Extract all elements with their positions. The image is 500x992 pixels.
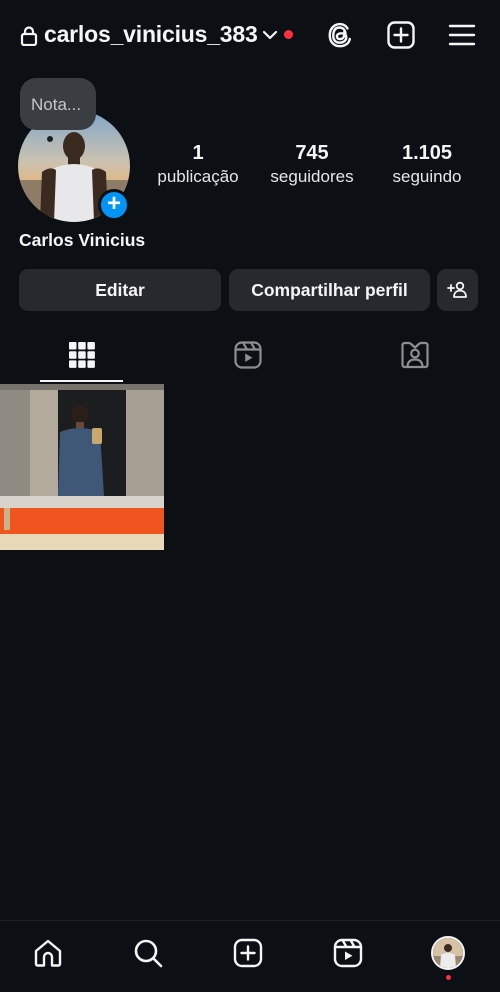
menu-icon[interactable] bbox=[447, 20, 477, 50]
stat-followers-value: 745 bbox=[295, 142, 329, 164]
post-thumbnail[interactable] bbox=[0, 384, 164, 550]
profile-tabs bbox=[0, 334, 500, 384]
profile-full-name: Carlos Vinicius bbox=[19, 230, 146, 250]
profile-notification-dot bbox=[446, 975, 451, 980]
add-story-button[interactable]: + bbox=[98, 189, 130, 221]
bottom-navigation bbox=[0, 920, 500, 992]
create-icon[interactable] bbox=[386, 20, 416, 50]
grid-icon[interactable] bbox=[67, 340, 97, 370]
account-notification-dot bbox=[284, 30, 293, 39]
chevron-down-icon[interactable] bbox=[262, 28, 278, 42]
stat-posts-value: 1 bbox=[192, 142, 204, 164]
tagged-icon[interactable] bbox=[400, 340, 430, 370]
stat-following[interactable]: 1.105 seguindo bbox=[382, 142, 472, 187]
profile-nav-photo bbox=[433, 938, 463, 968]
profile-nav-avatar[interactable] bbox=[431, 936, 465, 970]
add-person-icon bbox=[447, 281, 467, 298]
profile-header: carlos_vinicius_383 bbox=[0, 0, 500, 70]
search-icon[interactable] bbox=[132, 937, 164, 969]
stat-followers[interactable]: 745 seguidores bbox=[262, 142, 362, 187]
reels-icon[interactable] bbox=[233, 340, 263, 370]
create-post-icon[interactable] bbox=[232, 937, 264, 969]
threads-icon[interactable] bbox=[325, 20, 355, 50]
share-profile-button[interactable]: Compartilhar perfil bbox=[229, 269, 430, 311]
post-photo bbox=[0, 384, 164, 550]
account-username[interactable]: carlos_vinicius_383 bbox=[44, 21, 258, 48]
stat-following-label: seguindo bbox=[392, 167, 462, 186]
active-tab-indicator bbox=[40, 380, 123, 382]
stat-posts[interactable]: 1 publicação bbox=[150, 142, 246, 187]
reels-nav-icon[interactable] bbox=[332, 937, 364, 969]
stat-followers-label: seguidores bbox=[270, 167, 354, 186]
discover-people-button[interactable] bbox=[437, 269, 478, 311]
edit-profile-button[interactable]: Editar bbox=[19, 269, 221, 311]
stat-posts-label: publicação bbox=[157, 167, 239, 186]
stat-following-value: 1.105 bbox=[401, 142, 453, 164]
lock-icon bbox=[20, 26, 38, 46]
note-bubble-tail bbox=[47, 136, 53, 142]
note-placeholder: Nota... bbox=[31, 95, 82, 114]
home-icon[interactable] bbox=[32, 937, 64, 969]
note-bubble[interactable]: Nota... bbox=[20, 78, 96, 130]
